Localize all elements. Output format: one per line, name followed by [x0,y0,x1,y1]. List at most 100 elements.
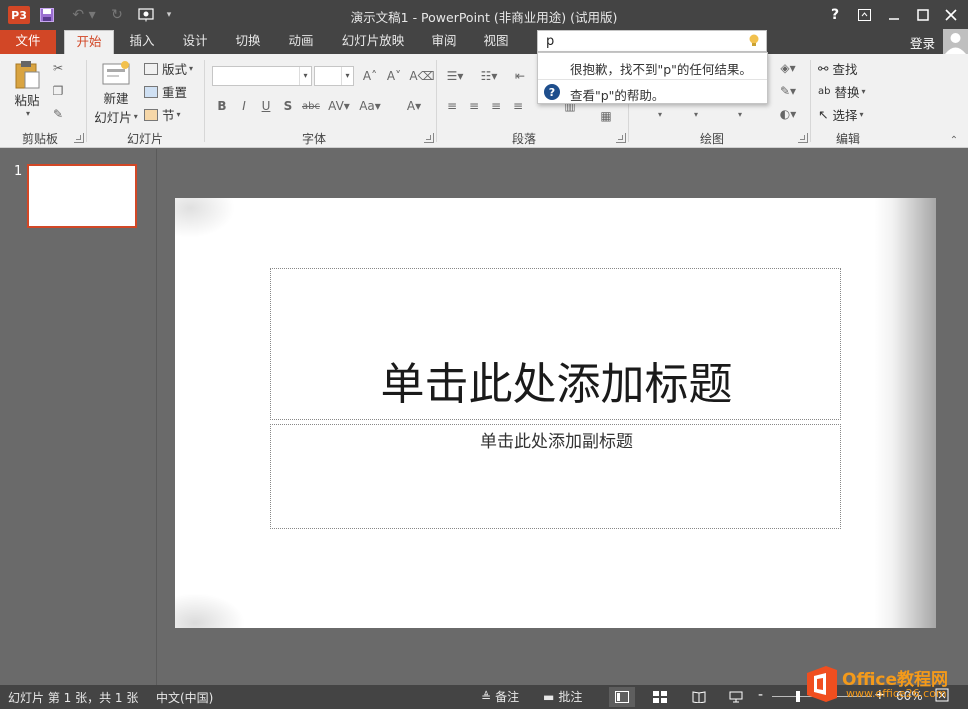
chevron-down-icon: ▾ [189,64,194,73]
group-label-slides: 幻灯片 [126,132,163,146]
ribbon-tab-row: 文件 开始 插入 设计 切换 动画 幻灯片放映 审阅 视图 [0,30,968,54]
get-help-link[interactable]: 查看"p"的帮助。 [570,85,664,104]
title-placeholder[interactable]: 单击此处添加标题 [270,268,841,420]
shape-fill-button[interactable]: ◈▾ [774,58,802,78]
group-divider [204,60,205,142]
avatar[interactable] [943,29,968,54]
close-button[interactable] [940,5,962,25]
zoom-out-button[interactable]: - [758,687,770,703]
change-case-button[interactable]: Aa▾ [356,96,384,116]
font-launcher-button[interactable] [424,133,434,143]
slide-canvas[interactable]: 单击此处添加标题 单击此处添加副标题 [175,198,936,628]
question-icon: ? [830,7,840,23]
new-slide-label-1: 新建 [103,91,129,106]
group-divider [436,60,437,142]
minimize-button[interactable] [883,5,905,25]
quick-styles-button[interactable]: ▾ [730,104,750,124]
font-size-combo[interactable]: ▾ [314,66,354,86]
save-button[interactable] [38,6,56,24]
font-name-combo[interactable]: ▾ [212,66,312,86]
notes-button[interactable]: ≜ 备注 [481,688,519,705]
justify-button[interactable]: ≡ [508,96,528,116]
subtitle-placeholder-text: 单击此处添加副标题 [480,432,633,452]
tab-design[interactable]: 设计 [174,30,216,54]
arrange-button[interactable]: ▾ [686,104,706,124]
italic-button[interactable]: I [234,96,254,116]
clipboard-launcher-button[interactable] [74,133,84,143]
comments-button[interactable]: ▬ 批注 [543,688,582,705]
find-button[interactable]: ⚯ 查找 [818,59,858,78]
customize-quick-access-button[interactable]: ▾ [162,6,176,24]
tab-slideshow[interactable]: 幻灯片放映 [334,30,412,54]
copy-button[interactable]: ❐ [48,81,68,101]
minus-icon: - [758,687,764,703]
decrease-indent-button[interactable]: ⇤ [510,66,530,86]
font-shrink-icon: A˅ [386,69,402,83]
layout-button[interactable]: 版式 ▾ [144,59,193,78]
shape-outline-button[interactable]: ✎▾ [774,81,802,101]
undo-button[interactable]: ↶ ▾ [68,6,100,24]
clear-formatting-button[interactable]: A⌫ [409,66,434,86]
normal-view-button[interactable] [609,687,635,707]
bold-button[interactable]: B [212,96,232,116]
shapes-button[interactable]: ▾ [650,104,670,124]
tab-insert[interactable]: 插入 [122,30,162,54]
language-indicator[interactable]: 中文(中国) [156,689,213,706]
tab-file[interactable]: 文件 [0,30,56,54]
cut-button[interactable]: ✂ [48,58,68,78]
redo-button[interactable]: ↻ [108,6,126,24]
collapse-ribbon-button[interactable]: ⌃ [944,130,964,150]
paint-bucket-icon: ◈▾ [780,61,796,75]
shape-effects-icon: ◐▾ [779,107,797,121]
align-left-button[interactable]: ≡ [442,96,462,116]
chevron-down-icon: ▾ [737,109,742,119]
drawing-launcher-button[interactable] [798,133,808,143]
tab-view[interactable]: 视图 [476,30,516,54]
align-right-button[interactable]: ≡ [486,96,506,116]
help-button[interactable]: ? [824,5,846,25]
save-icon [40,8,54,22]
format-painter-button[interactable]: ✎ [48,104,68,124]
start-slideshow-button[interactable] [137,6,157,24]
redo-icon: ↻ [111,7,123,23]
tab-animations[interactable]: 动画 [280,30,322,54]
new-slide-button[interactable]: 新建 幻灯片 ▾ [93,60,139,126]
smartart-button[interactable]: ▦ [596,106,616,126]
underline-button[interactable]: U [256,96,276,116]
slideshow-view-button[interactable] [723,687,749,707]
paste-button[interactable]: 粘贴 ▾ [10,60,44,126]
tab-home[interactable]: 开始 [64,30,114,54]
shape-effects-button[interactable]: ◐▾ [774,104,802,124]
paragraph-launcher-button[interactable] [616,133,626,143]
shadow-button[interactable]: S [278,96,298,116]
help-question-icon: ? [544,84,560,100]
zoom-slider-thumb[interactable] [796,691,800,702]
replace-button[interactable]: ab 替换 ▾ [818,82,866,101]
align-center-button[interactable]: ≡ [464,96,484,116]
bullets-button[interactable]: ☰▾ [442,66,468,86]
strikethrough-button[interactable]: abc [300,96,322,116]
numbering-button[interactable]: ☷▾ [476,66,502,86]
chevron-down-icon: ▾ [299,67,311,85]
sign-in-link[interactable]: 登录 [910,33,935,52]
character-spacing-button[interactable]: AV▾ [326,96,352,116]
reading-view-button[interactable] [686,687,712,707]
group-divider [86,60,87,142]
section-button[interactable]: 节 ▾ [144,105,181,124]
subtitle-placeholder[interactable]: 单击此处添加副标题 [270,424,841,529]
slide-thumbnail[interactable] [27,164,137,228]
ribbon-display-options-button[interactable] [853,5,875,25]
slide-sorter-view-button[interactable] [647,687,673,707]
select-button[interactable]: ↖ 选择 ▾ [818,105,864,124]
comment-icon: ▬ [543,689,555,704]
increase-font-size-button[interactable]: A˄ [360,66,380,86]
tell-me-search-input[interactable] [537,30,767,52]
decrease-font-size-button[interactable]: A˅ [384,66,404,86]
section-label: 节 [162,108,175,123]
font-color-button[interactable]: A▾ [400,96,428,116]
tab-review[interactable]: 审阅 [424,30,464,54]
tab-transitions[interactable]: 切换 [228,30,268,54]
align-right-icon: ≡ [490,99,502,113]
maximize-button[interactable] [912,5,934,25]
reset-button[interactable]: 重置 [144,82,187,101]
